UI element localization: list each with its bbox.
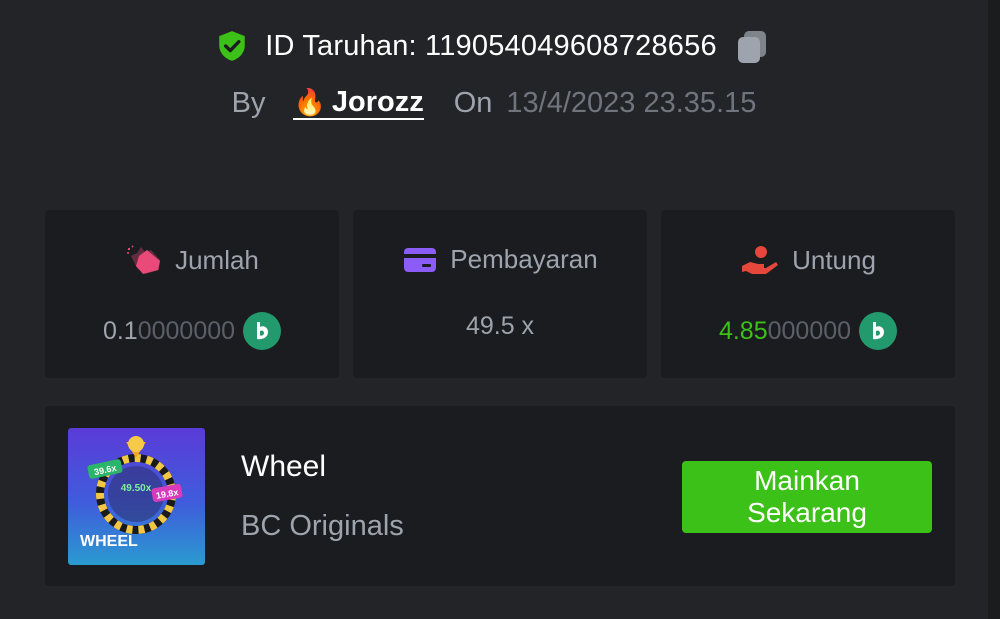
fire-icon: 🔥: [293, 87, 326, 117]
username: Jorozz: [331, 86, 424, 118]
stat-value: 49.5 x: [353, 312, 647, 341]
thumb-multiplier-2: 49.50x: [121, 483, 152, 494]
game-panel: 39.6x 49.50x 19.8x WHEEL Wheel BC Origin…: [45, 406, 955, 586]
stat-head: Untung: [661, 244, 955, 276]
stat-card-amount: Jumlah 0.1 0000000: [45, 210, 339, 378]
bet-date: 13/4/2023 23.35.15: [506, 86, 757, 119]
stat-label: Jumlah: [175, 244, 259, 275]
stat-value-main: 0.1: [102, 316, 138, 345]
stat-value-dim: 0000000: [137, 316, 236, 345]
scrollbar-track[interactable]: [988, 0, 1000, 619]
verified-shield-icon: [215, 29, 249, 63]
copy-icon[interactable]: [733, 26, 773, 66]
bettor-info-row: By 🔥 Jorozz On 13/4/2023 23.35.15: [0, 86, 988, 120]
bcd-coin-icon: [243, 312, 282, 350]
stat-card-profit: Untung 4.85 000000: [661, 210, 955, 378]
game-name[interactable]: Wheel: [241, 450, 326, 484]
stat-value-main: 4.85: [718, 316, 768, 345]
thumb-title: WHEEL: [80, 533, 138, 550]
bet-id-row: ID Taruhan: 119054049608728656: [0, 26, 988, 66]
stat-card-payout: Pembayaran 49.5 x: [353, 210, 647, 378]
play-now-button[interactable]: Mainkan Sekarang: [682, 461, 932, 533]
game-thumbnail[interactable]: 39.6x 49.50x 19.8x WHEEL: [68, 428, 205, 565]
stat-label: Pembayaran: [450, 244, 598, 274]
by-label: By: [231, 86, 266, 119]
wheel-thumbnail-art: 39.6x 49.50x 19.8x WHEEL: [80, 436, 183, 550]
stat-value-dim: 000000: [767, 316, 852, 345]
bet-stats: Jumlah 0.1 0000000 Pembayaran 49.5 x Unt…: [45, 210, 955, 378]
user-profile-link[interactable]: 🔥 Jorozz: [293, 86, 424, 120]
bcd-coin-icon: [859, 312, 898, 350]
on-label: On: [453, 86, 493, 119]
stat-value: 0.1 0000000: [45, 312, 339, 350]
bet-id-text: ID Taruhan: 119054049608728656: [265, 29, 717, 62]
profit-hand-icon: [740, 244, 780, 276]
stat-label: Untung: [792, 244, 876, 275]
bet-amount-icon: [125, 244, 163, 276]
stat-head: Jumlah: [45, 244, 339, 276]
game-provider: BC Originals: [241, 510, 404, 542]
stat-value-main: 49.5 x: [465, 312, 535, 340]
stat-head: Pembayaran: [353, 244, 647, 275]
card-icon: [402, 245, 438, 275]
stat-value: 4.85 000000: [661, 312, 955, 350]
